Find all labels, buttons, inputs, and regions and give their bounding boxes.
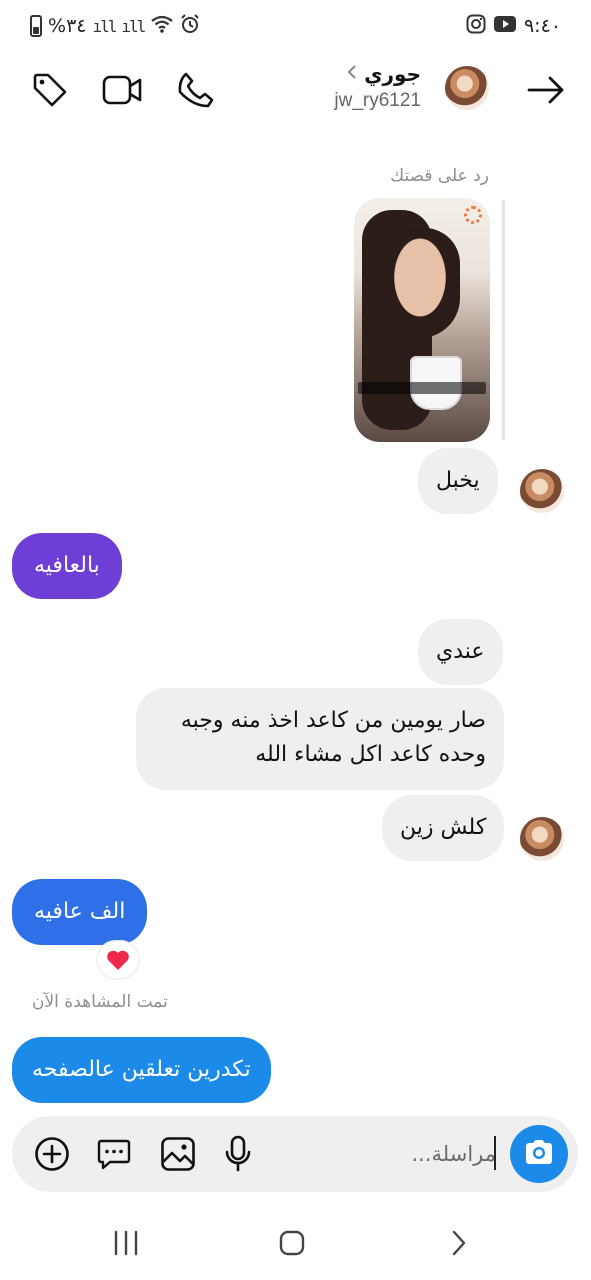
message-outgoing[interactable]: تكدرين تعلقين عالصفحه [12, 1037, 271, 1103]
message-outgoing[interactable]: بالعافيه [12, 533, 122, 599]
message-input[interactable] [276, 1138, 496, 1170]
navigation-bar [0, 1205, 591, 1280]
sender-avatar[interactable] [520, 469, 564, 513]
story-reply-bar [502, 200, 505, 440]
message-composer [12, 1116, 578, 1192]
instagram-icon [466, 14, 486, 38]
message-incoming[interactable]: عندي [418, 619, 503, 685]
tag-icon[interactable] [28, 68, 72, 112]
contact-info[interactable]: جوري jw_ry6121 [334, 62, 421, 112]
wifi-icon [150, 14, 174, 38]
message-incoming[interactable]: كلش زين [382, 795, 505, 861]
story-thumbnail[interactable] [354, 198, 490, 442]
status-bar: %٣٤ ıll ıll ٩:٤٠ [0, 0, 591, 56]
clock: ٩:٤٠ [523, 15, 561, 37]
gallery-icon[interactable] [158, 1134, 198, 1174]
heart-reaction-icon[interactable] [96, 940, 140, 980]
youtube-icon [493, 16, 516, 36]
contact-name: جوري [364, 62, 421, 86]
video-call-icon[interactable] [100, 68, 144, 112]
story-caption-strip [358, 382, 486, 394]
message-more-icon[interactable] [94, 1134, 134, 1174]
message-outgoing[interactable]: الف عافيه [12, 879, 148, 945]
back-arrow-icon[interactable] [524, 68, 568, 112]
message-incoming[interactable]: صار يومين من كاعد اخذ منه وجبه وحده كاعد… [136, 688, 504, 790]
camera-button[interactable] [510, 1125, 568, 1183]
home-button[interactable] [272, 1225, 312, 1261]
chevron-left-icon [346, 64, 358, 84]
story-image-face [380, 228, 460, 338]
text-caret [494, 1136, 496, 1170]
message-incoming[interactable]: يخبل [418, 448, 498, 514]
add-icon[interactable] [32, 1134, 72, 1174]
recents-button[interactable] [106, 1225, 146, 1261]
sender-avatar[interactable] [520, 817, 564, 861]
signal-icon-2: ıll [121, 16, 146, 36]
camera-icon [523, 1138, 555, 1170]
status-bar-left: %٣٤ ıll ıll [30, 14, 200, 38]
back-button[interactable] [438, 1225, 478, 1261]
alarm-icon [180, 14, 200, 38]
chat-header: جوري jw_ry6121 [0, 56, 591, 126]
contact-avatar[interactable] [445, 66, 489, 110]
signal-icon: ıll [92, 16, 117, 36]
contact-handle: jw_ry6121 [334, 90, 421, 111]
story-reply-label: رد على قصتك [390, 166, 489, 186]
phone-icon[interactable] [174, 68, 218, 112]
status-bar-right: ٩:٤٠ [466, 14, 561, 38]
battery-percent: %٣٤ [48, 15, 87, 37]
microphone-icon[interactable] [218, 1134, 258, 1174]
battery-icon [30, 15, 42, 37]
story-logo-icon [464, 206, 482, 224]
contact-name-row: جوري [334, 62, 421, 86]
seen-status: تمت المشاهدة الآن [32, 992, 168, 1012]
